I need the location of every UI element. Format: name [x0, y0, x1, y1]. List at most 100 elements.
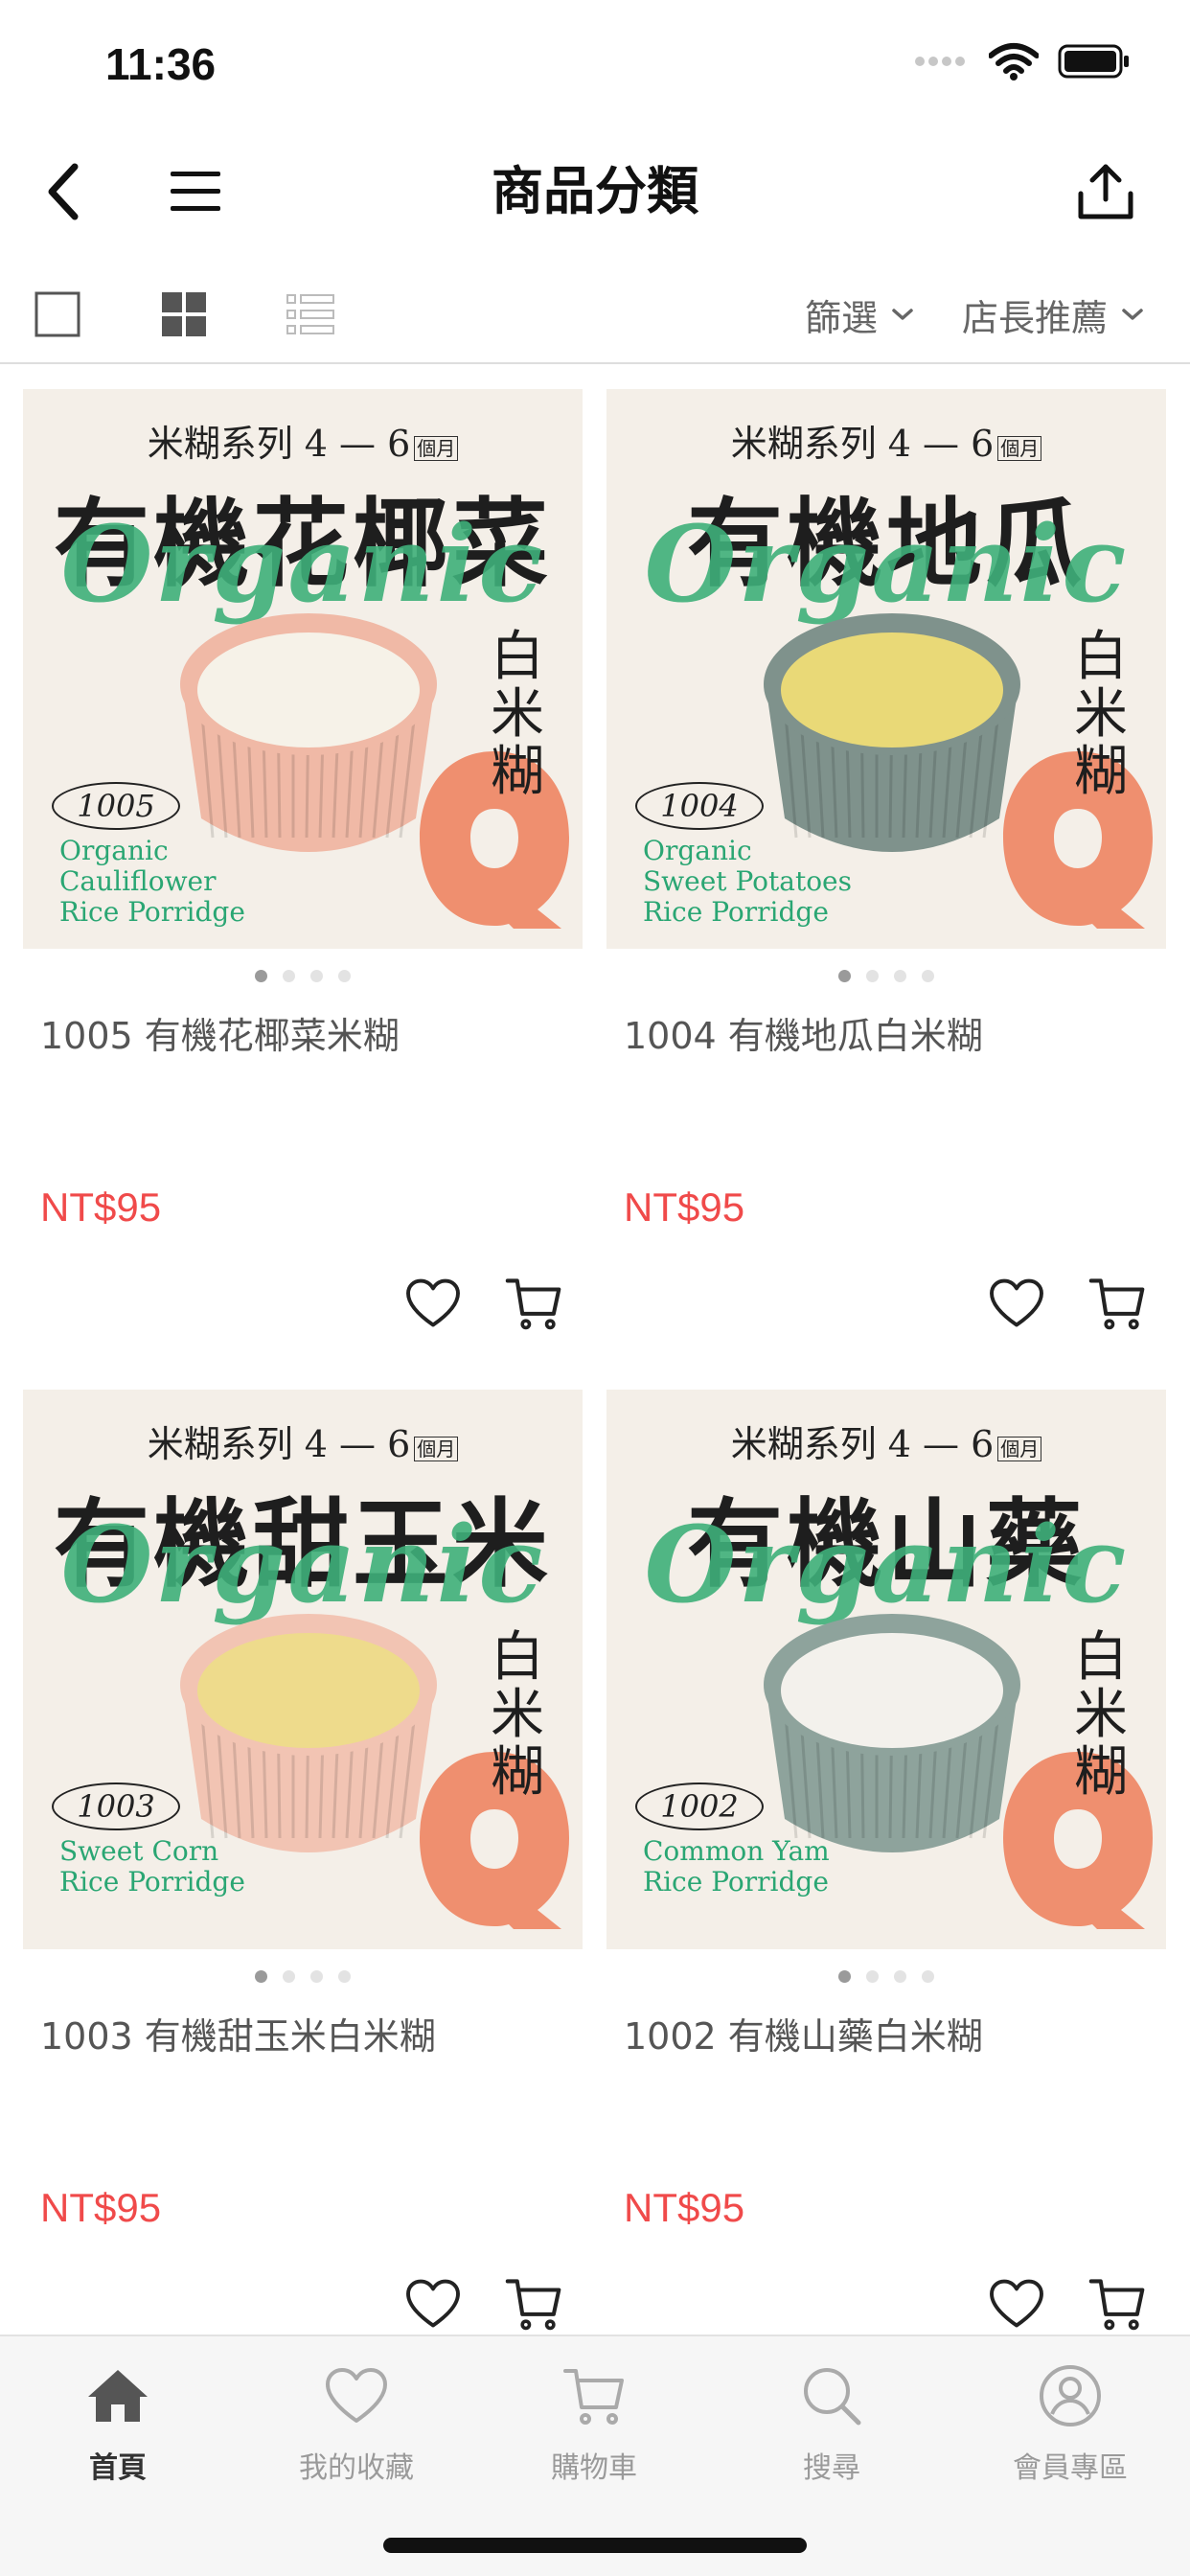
- white-rice-label: 白米糊: [491, 1626, 544, 1804]
- tab-cart[interactable]: 購物車: [508, 2358, 680, 2492]
- heart-icon: [326, 2368, 387, 2423]
- tab-label: 搜尋: [803, 2451, 860, 2485]
- product-english-name: Organic Cauliflower Rice Porridge: [59, 835, 245, 928]
- tab-home[interactable]: 首頁: [32, 2358, 204, 2492]
- product-title[interactable]: 1003 有機甜玉米白米糊: [40, 2007, 436, 2059]
- tab-search[interactable]: 搜尋: [745, 2358, 918, 2492]
- pager-dot: [283, 970, 295, 982]
- user-icon: [1040, 2365, 1101, 2426]
- signal-icon: [915, 57, 965, 66]
- pager-dot: [838, 970, 851, 982]
- product-code-badge: 1004: [635, 782, 764, 830]
- grid-view-icon: [162, 292, 206, 336]
- battery-icon: [1058, 44, 1129, 79]
- bowl-illustration: [180, 613, 437, 852]
- image-pager-dots[interactable]: [23, 970, 583, 982]
- nav-bar: 商品分類: [0, 134, 1190, 249]
- product-code-badge: 1003: [52, 1782, 180, 1830]
- product-image[interactable]: 米糊系列 4 — 6 個月 有機山藥 Organic 白米糊 1002 Commo…: [606, 1390, 1166, 1949]
- cart-icon: [505, 1278, 561, 1330]
- single-view-icon: [34, 291, 80, 337]
- filter-label: 篩選: [805, 296, 879, 339]
- pager-dot: [310, 970, 323, 982]
- tab-label: 購物車: [551, 2451, 637, 2485]
- add-to-cart-button[interactable]: [500, 1273, 567, 1334]
- product-price: NT$95: [624, 2185, 745, 2230]
- pager-dot: [255, 1970, 267, 1983]
- product-image[interactable]: 米糊系列 4 — 6 個月 有機地瓜 Organic 白米糊 1004 Organ…: [606, 389, 1166, 949]
- white-rice-label: 白米糊: [1074, 626, 1128, 803]
- tab-label: 會員專區: [1013, 2451, 1128, 2485]
- favorite-button[interactable]: [986, 2273, 1047, 2334]
- status-bar: 11:36: [0, 0, 1190, 126]
- pager-dot: [866, 1970, 879, 1983]
- cart-icon: [1088, 1278, 1145, 1330]
- white-rice-label: 白米糊: [1074, 1626, 1128, 1804]
- add-to-cart-button[interactable]: [1084, 1273, 1151, 1334]
- product-series: 米糊系列 4 — 6 個月: [606, 414, 1166, 467]
- heart-icon: [990, 1278, 1043, 1327]
- white-rice-label: 白米糊: [491, 626, 544, 803]
- pager-dot: [310, 1970, 323, 1983]
- pager-dot: [866, 970, 879, 982]
- add-to-cart-button[interactable]: [1084, 2273, 1151, 2334]
- sort-label: 店長推薦: [962, 296, 1109, 339]
- product-price: NT$95: [40, 1184, 162, 1230]
- status-icons: [914, 42, 1131, 80]
- product-card[interactable]: 米糊系列 4 — 6 個月 有機甜玉米 Organic 白米糊 1003 Swee…: [23, 1390, 583, 2348]
- filter-dropdown[interactable]: 篩選: [805, 286, 914, 343]
- product-series: 米糊系列 4 — 6 個月: [23, 414, 583, 467]
- pager-dot: [283, 1970, 295, 1983]
- pager-dot: [838, 1970, 851, 1983]
- sort-dropdown[interactable]: 店長推薦: [962, 286, 1144, 343]
- image-pager-dots[interactable]: [606, 970, 1166, 982]
- heart-icon: [406, 1278, 460, 1327]
- pager-dot: [255, 970, 267, 982]
- list-view-icon: [286, 294, 334, 334]
- product-english-name: Organic Sweet Potatoes Rice Porridge: [643, 835, 852, 928]
- product-card[interactable]: 米糊系列 4 — 6 個月 有機地瓜 Organic 白米糊 1004 Organ…: [606, 389, 1166, 1347]
- view-grid-button[interactable]: [155, 286, 213, 343]
- home-icon: [88, 2370, 148, 2422]
- image-pager-dots[interactable]: [23, 1970, 583, 1983]
- product-title[interactable]: 1002 有機山藥白米糊: [624, 2007, 983, 2059]
- image-pager-dots[interactable]: [606, 1970, 1166, 1983]
- pager-dot: [894, 1970, 906, 1983]
- tab-label: 我的收藏: [299, 2451, 414, 2485]
- pager-dot: [338, 970, 351, 982]
- favorite-button[interactable]: [986, 1273, 1047, 1334]
- pager-dot: [338, 1970, 351, 1983]
- product-code-badge: 1005: [52, 782, 180, 830]
- product-card[interactable]: 米糊系列 4 — 6 個月 有機山藥 Organic 白米糊 1002 Commo…: [606, 1390, 1166, 2348]
- product-series: 米糊系列 4 — 6 個月: [23, 1414, 583, 1467]
- product-price: NT$95: [624, 1184, 745, 1230]
- cart-icon: [1088, 2279, 1145, 2331]
- status-time: 11:36: [105, 39, 217, 89]
- cart-icon: [563, 2369, 624, 2425]
- heart-icon: [990, 2279, 1043, 2328]
- pager-dot: [922, 1970, 934, 1983]
- view-single-button[interactable]: [29, 286, 86, 343]
- add-to-cart-button[interactable]: [500, 2273, 567, 2334]
- favorite-button[interactable]: [402, 1273, 464, 1334]
- tab-favorites[interactable]: 我的收藏: [270, 2358, 443, 2492]
- chevron-down-icon: [1122, 309, 1143, 320]
- pager-dot: [922, 970, 934, 982]
- view-list-button[interactable]: [282, 286, 339, 343]
- search-icon: [804, 2368, 861, 2426]
- product-series: 米糊系列 4 — 6 個月: [606, 1414, 1166, 1467]
- product-title[interactable]: 1004 有機地瓜白米糊: [624, 1006, 983, 1059]
- product-card[interactable]: 米糊系列 4 — 6 個月 有機花椰菜 Organic 白米糊 1005 Orga…: [23, 389, 583, 1347]
- heart-icon: [406, 2279, 460, 2328]
- favorite-button[interactable]: [402, 2273, 464, 2334]
- product-title[interactable]: 1005 有機花椰菜米糊: [40, 1006, 400, 1059]
- share-button[interactable]: [1067, 153, 1144, 230]
- share-icon: [1078, 164, 1133, 219]
- product-image[interactable]: 米糊系列 4 — 6 個月 有機花椰菜 Organic 白米糊 1005 Orga…: [23, 389, 583, 949]
- product-english-name: Common Yam Rice Porridge: [643, 1835, 830, 1898]
- view-toolbar: 篩選 店長推薦: [0, 268, 1190, 364]
- tab-label: 首頁: [89, 2451, 147, 2485]
- product-code-badge: 1002: [635, 1782, 764, 1830]
- product-image[interactable]: 米糊系列 4 — 6 個月 有機甜玉米 Organic 白米糊 1003 Swee…: [23, 1390, 583, 1949]
- tab-member[interactable]: 會員專區: [984, 2358, 1156, 2492]
